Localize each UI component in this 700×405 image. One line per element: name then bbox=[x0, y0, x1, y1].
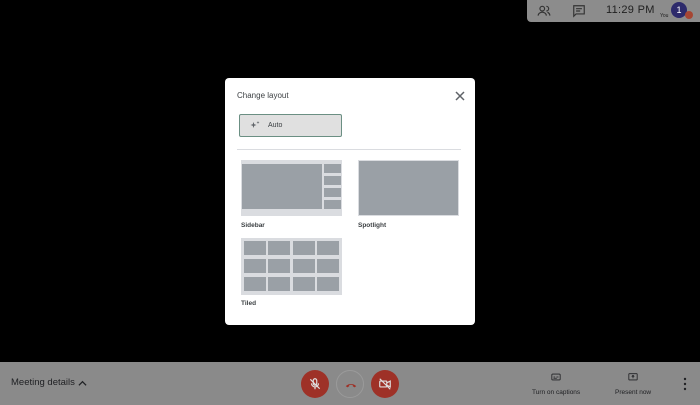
divider bbox=[237, 149, 461, 150]
sidebar-thumb bbox=[324, 176, 341, 185]
tile bbox=[317, 277, 339, 291]
leave-call-button[interactable] bbox=[336, 370, 364, 398]
camera-off-icon bbox=[379, 378, 391, 390]
sidebar-thumb bbox=[324, 164, 341, 173]
sparkle-icon bbox=[250, 121, 260, 128]
tiled-label: Tiled bbox=[241, 300, 257, 307]
meeting-details-button[interactable]: Meeting details bbox=[11, 377, 75, 388]
tiled-layout-option[interactable] bbox=[241, 238, 342, 295]
tile bbox=[293, 277, 315, 291]
tile bbox=[268, 241, 290, 255]
tile bbox=[244, 241, 266, 255]
dialog-title: Change layout bbox=[237, 91, 289, 100]
tile bbox=[244, 259, 266, 273]
sidebar-thumb bbox=[324, 188, 341, 197]
tile bbox=[293, 259, 315, 273]
sidebar-label: Sidebar bbox=[241, 222, 265, 229]
captions-label: Turn on captions bbox=[532, 389, 581, 396]
tile bbox=[317, 241, 339, 255]
sidebar-main-tile bbox=[242, 164, 322, 209]
close-icon[interactable] bbox=[454, 90, 466, 102]
sidebar-thumb bbox=[324, 200, 341, 209]
tile bbox=[268, 277, 290, 291]
captions-button[interactable]: Turn on captions bbox=[532, 369, 580, 396]
chevron-up-icon[interactable] bbox=[78, 379, 87, 388]
auto-layout-button[interactable]: Auto bbox=[239, 114, 342, 137]
tile bbox=[244, 277, 266, 291]
camera-off-button[interactable] bbox=[371, 370, 399, 398]
bottom-bar: Meeting details Turn on captions Present… bbox=[0, 362, 700, 405]
chat-icon[interactable] bbox=[572, 4, 586, 18]
captions-icon bbox=[551, 373, 561, 381]
tile bbox=[268, 259, 290, 273]
mic-off-button[interactable] bbox=[301, 370, 329, 398]
hang-up-icon bbox=[345, 383, 357, 388]
more-options-icon[interactable] bbox=[681, 377, 689, 391]
tile bbox=[317, 259, 339, 273]
mic-off-icon bbox=[309, 378, 321, 390]
you-label: You bbox=[660, 13, 669, 19]
top-panel: 11:29 PM 1 You bbox=[527, 0, 700, 22]
sidebar-layout-option[interactable] bbox=[241, 160, 342, 216]
auto-label: Auto bbox=[268, 122, 283, 129]
tile bbox=[293, 241, 315, 255]
people-icon[interactable] bbox=[537, 4, 551, 18]
notification-badge bbox=[685, 11, 693, 19]
present-now-button[interactable]: Present now bbox=[615, 369, 651, 396]
spotlight-layout-option[interactable] bbox=[358, 160, 459, 216]
present-icon bbox=[628, 373, 638, 381]
clock: 11:29 PM bbox=[606, 4, 655, 16]
spotlight-label: Spotlight bbox=[358, 222, 387, 229]
present-label: Present now bbox=[615, 389, 652, 396]
change-layout-dialog: Change layout Auto Sidebar Spotlight Til… bbox=[225, 78, 475, 325]
